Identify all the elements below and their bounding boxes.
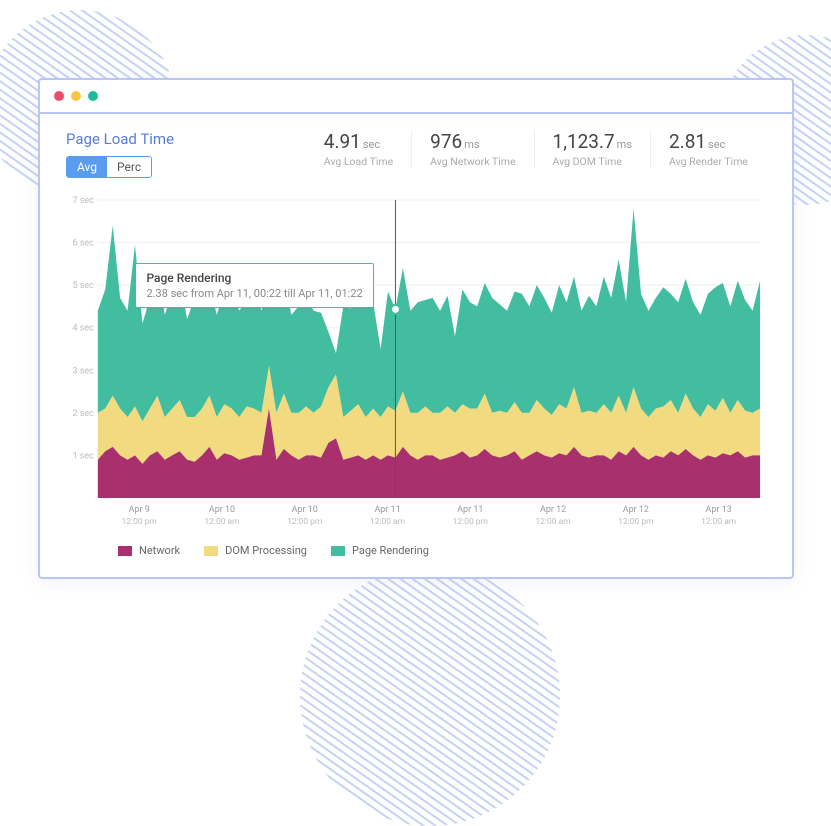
window-zoom-icon[interactable]: [88, 91, 98, 101]
svg-text:Apr 13: Apr 13: [706, 505, 732, 515]
stat-unit: sec: [708, 138, 725, 151]
stat-unit: ms: [464, 138, 479, 151]
window-minimize-icon[interactable]: [71, 91, 81, 101]
stat-unit: ms: [617, 138, 632, 151]
window-close-icon[interactable]: [54, 91, 64, 101]
legend-item-dom[interactable]: DOM Processing: [204, 544, 307, 557]
stat-value: 2.81: [669, 130, 706, 153]
svg-text:Apr 12: Apr 12: [540, 505, 566, 515]
legend-label: DOM Processing: [225, 544, 307, 557]
stat-label: Avg DOM Time: [553, 155, 632, 168]
svg-text:Apr 10: Apr 10: [209, 505, 235, 515]
legend-label: Network: [139, 544, 180, 557]
svg-text:12:00 am: 12:00 am: [536, 517, 571, 527]
stat-label: Avg Network Time: [430, 155, 515, 168]
svg-text:5 sec: 5 sec: [73, 281, 95, 291]
metric-toggle: Avg Perc: [66, 156, 152, 178]
stat-value: 1,123.7: [553, 130, 615, 153]
app-window: Page Load Time Avg Perc 4.91sec Avg Load…: [38, 78, 794, 579]
svg-text:12:00 pm: 12:00 pm: [122, 517, 157, 527]
svg-text:12:00 am: 12:00 am: [370, 517, 405, 527]
legend-swatch: [118, 546, 132, 556]
stat-value: 976: [430, 130, 462, 153]
svg-text:2 sec: 2 sec: [73, 409, 95, 419]
svg-text:3 sec: 3 sec: [73, 366, 95, 376]
toggle-avg-button[interactable]: Avg: [67, 157, 107, 177]
svg-text:12:00 am: 12:00 am: [204, 517, 239, 527]
svg-text:4 sec: 4 sec: [73, 324, 95, 334]
chart-title: Page Load Time: [66, 130, 174, 148]
stat-avg-dom-time: 1,123.7ms Avg DOM Time: [534, 130, 650, 168]
svg-text:Apr 9: Apr 9: [129, 505, 150, 515]
chart-legend: Network DOM Processing Page Rendering: [66, 544, 766, 557]
stacked-area-chart: 1 sec 2 sec 3 sec 4 sec 5 sec 6 sec 7 sec Apr 9…: [66, 194, 766, 534]
toggle-perc-button[interactable]: Perc: [107, 157, 151, 177]
legend-swatch: [204, 546, 218, 556]
stat-avg-load-time: 4.91sec Avg Load Time: [306, 130, 411, 168]
summary-stats: 4.91sec Avg Load Time 976ms Avg Network …: [306, 130, 766, 168]
stat-value: 4.91: [324, 130, 361, 153]
window-titlebar: [40, 80, 792, 114]
chart-area[interactable]: 1 sec 2 sec 3 sec 4 sec 5 sec 6 sec 7 sec Apr 9…: [66, 194, 766, 534]
stat-avg-network-time: 976ms Avg Network Time: [411, 130, 533, 168]
svg-text:12:00 pm: 12:00 pm: [453, 517, 488, 527]
legend-swatch: [331, 546, 345, 556]
svg-text:Apr 11: Apr 11: [457, 505, 483, 515]
svg-text:12:00 pm: 12:00 pm: [618, 517, 653, 527]
svg-text:Apr 11: Apr 11: [374, 505, 400, 515]
decorative-circle: [300, 566, 560, 826]
stat-avg-render-time: 2.81sec Avg Render Time: [650, 130, 766, 168]
legend-label: Page Rendering: [352, 544, 429, 557]
stat-label: Avg Render Time: [669, 155, 748, 168]
svg-text:Apr 10: Apr 10: [292, 505, 318, 515]
legend-item-render[interactable]: Page Rendering: [331, 544, 429, 557]
stat-unit: sec: [363, 138, 380, 151]
stat-label: Avg Load Time: [324, 155, 393, 168]
legend-item-network[interactable]: Network: [118, 544, 180, 557]
svg-text:12:00 am: 12:00 am: [701, 517, 736, 527]
svg-text:Apr 12: Apr 12: [623, 505, 649, 515]
svg-text:7 sec: 7 sec: [73, 196, 95, 206]
svg-text:6 sec: 6 sec: [73, 239, 95, 249]
svg-text:12:00 pm: 12:00 pm: [287, 517, 322, 527]
svg-text:1 sec: 1 sec: [73, 451, 95, 461]
